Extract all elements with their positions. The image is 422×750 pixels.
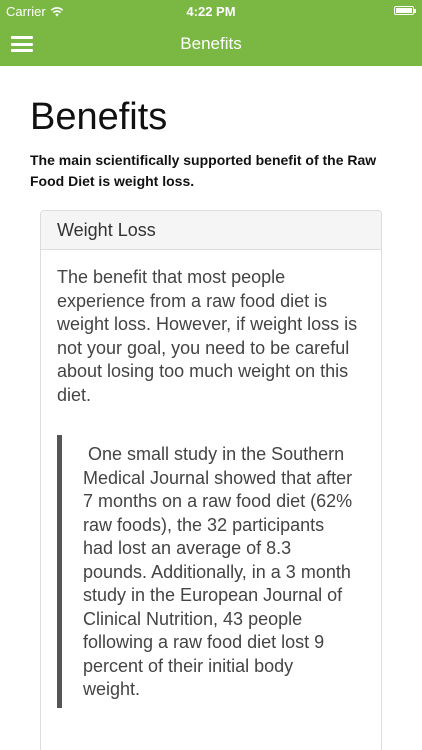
- content-scroll-area[interactable]: Benefits The main scientifically support…: [0, 66, 422, 750]
- nav-title: Benefits: [180, 34, 242, 53]
- battery-fill: [396, 8, 412, 13]
- status-time: 4:22 PM: [186, 4, 236, 19]
- nav-bar: Benefits: [0, 22, 422, 66]
- blockquote: One small study in the Southern Medical …: [57, 435, 353, 708]
- panel-body-text: The benefit that most people experience …: [57, 267, 358, 405]
- panel-body: The benefit that most people experience …: [41, 250, 381, 708]
- battery-icon: [394, 6, 416, 15]
- status-bar: Carrier 4:22 PM: [0, 0, 422, 22]
- panel-heading: Weight Loss: [41, 211, 381, 250]
- battery-nub: [414, 9, 416, 13]
- weight-loss-panel: Weight Loss The benefit that most people…: [40, 210, 382, 750]
- blockquote-text: One small study in the Southern Medical …: [83, 444, 358, 699]
- page-title: Benefits: [30, 96, 168, 138]
- lead-text: The main scientifically supported benefi…: [30, 152, 377, 189]
